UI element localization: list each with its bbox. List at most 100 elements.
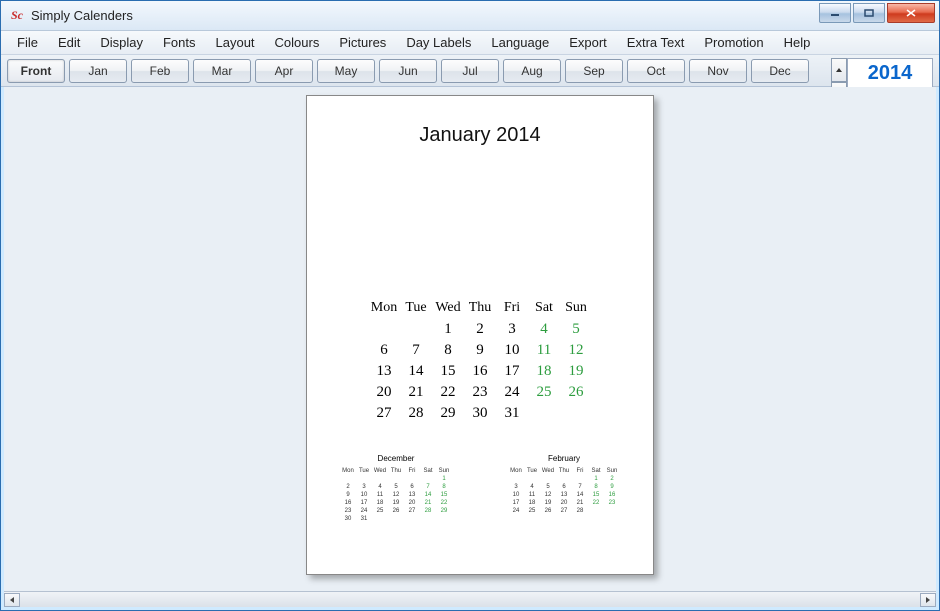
chevron-up-icon <box>835 67 843 73</box>
menu-promotion[interactable]: Promotion <box>694 33 773 52</box>
day-cell <box>524 475 540 483</box>
day-cell: 13 <box>556 491 572 499</box>
menu-fonts[interactable]: Fonts <box>153 33 206 52</box>
day-cell: 28 <box>572 507 588 515</box>
maximize-button[interactable] <box>853 3 885 23</box>
day-cell <box>404 515 420 523</box>
day-cell <box>404 475 420 483</box>
day-cell: 3 <box>356 483 372 491</box>
day-cell: 30 <box>464 403 496 424</box>
day-cell: 14 <box>420 491 436 499</box>
day-cell: 12 <box>388 491 404 499</box>
day-cell: 22 <box>436 499 452 507</box>
day-cell: 13 <box>368 361 400 382</box>
day-cell: 9 <box>604 483 620 491</box>
tab-apr[interactable]: Apr <box>255 59 313 83</box>
mini-calendar-row: December MonTueWedThuFriSatSun1234567891… <box>321 454 639 523</box>
tab-dec[interactable]: Dec <box>751 59 809 83</box>
next-month-calendar: February MonTueWedThuFriSatSun1234567891… <box>499 454 629 523</box>
day-cell: 2 <box>340 483 356 491</box>
triangle-right-icon <box>925 596 931 604</box>
menu-layout[interactable]: Layout <box>206 33 265 52</box>
menu-edit[interactable]: Edit <box>48 33 90 52</box>
maximize-icon <box>864 9 874 17</box>
day-cell <box>400 319 432 340</box>
scroll-right-button[interactable] <box>920 593 936 607</box>
menu-day-labels[interactable]: Day Labels <box>396 33 481 52</box>
tab-mar[interactable]: Mar <box>193 59 251 83</box>
day-cell: 25 <box>524 507 540 515</box>
tab-oct[interactable]: Oct <box>627 59 685 83</box>
day-cell: 7 <box>572 483 588 491</box>
prev-month-title: December <box>331 454 461 463</box>
month-tabs: FrontJanFebMarAprMayJunJulAugSepOctNovDe… <box>7 59 809 83</box>
horizontal-scrollbar[interactable] <box>4 591 936 607</box>
tab-jun[interactable]: Jun <box>379 59 437 83</box>
day-cell <box>540 475 556 483</box>
scroll-left-button[interactable] <box>4 593 20 607</box>
day-cell <box>388 475 404 483</box>
day-cell <box>560 403 592 424</box>
year-up-button[interactable] <box>831 58 847 82</box>
day-cell: 30 <box>340 515 356 523</box>
calendar-page: January 2014 MonTueWedThuFriSatSun123456… <box>306 95 654 575</box>
day-cell: 8 <box>588 483 604 491</box>
menu-display[interactable]: Display <box>90 33 153 52</box>
day-cell: 3 <box>496 319 528 340</box>
day-header: Fri <box>404 466 420 475</box>
day-cell: 23 <box>604 499 620 507</box>
tab-nov[interactable]: Nov <box>689 59 747 83</box>
day-cell: 1 <box>588 475 604 483</box>
day-cell: 27 <box>556 507 572 515</box>
day-cell <box>372 515 388 523</box>
tab-may[interactable]: May <box>317 59 375 83</box>
minimize-icon <box>830 9 840 17</box>
day-cell: 26 <box>560 382 592 403</box>
day-cell: 27 <box>368 403 400 424</box>
day-cell: 18 <box>524 499 540 507</box>
day-header: Sun <box>560 297 592 319</box>
menu-file[interactable]: File <box>7 33 48 52</box>
day-cell: 9 <box>340 491 356 499</box>
tab-jan[interactable]: Jan <box>69 59 127 83</box>
menubar: FileEditDisplayFontsLayoutColoursPicture… <box>1 31 939 55</box>
day-header: Wed <box>432 297 464 319</box>
tab-jul[interactable]: Jul <box>441 59 499 83</box>
day-cell: 4 <box>524 483 540 491</box>
menu-language[interactable]: Language <box>481 33 559 52</box>
day-cell: 2 <box>464 319 496 340</box>
tab-aug[interactable]: Aug <box>503 59 561 83</box>
app-window: Sc Simply Calenders FileEditDisplayFonts… <box>0 0 940 611</box>
day-cell: 25 <box>372 507 388 515</box>
day-cell: 12 <box>560 340 592 361</box>
day-cell: 15 <box>588 491 604 499</box>
day-cell: 21 <box>572 499 588 507</box>
tab-sep[interactable]: Sep <box>565 59 623 83</box>
day-cell <box>572 475 588 483</box>
day-cell: 1 <box>436 475 452 483</box>
menu-pictures[interactable]: Pictures <box>329 33 396 52</box>
day-cell: 22 <box>432 382 464 403</box>
year-value[interactable]: 2014 <box>848 59 932 87</box>
close-button[interactable] <box>887 3 935 23</box>
menu-colours[interactable]: Colours <box>265 33 330 52</box>
day-cell: 5 <box>388 483 404 491</box>
day-cell <box>420 475 436 483</box>
day-cell <box>420 515 436 523</box>
menu-extra-text[interactable]: Extra Text <box>617 33 695 52</box>
day-cell <box>340 475 356 483</box>
tab-feb[interactable]: Feb <box>131 59 189 83</box>
day-header: Thu <box>464 297 496 319</box>
day-header: Tue <box>356 466 372 475</box>
minimize-button[interactable] <box>819 3 851 23</box>
day-cell: 11 <box>528 340 560 361</box>
day-cell: 17 <box>508 499 524 507</box>
day-cell: 29 <box>432 403 464 424</box>
day-cell: 8 <box>436 483 452 491</box>
day-cell: 25 <box>528 382 560 403</box>
menu-export[interactable]: Export <box>559 33 617 52</box>
menu-help[interactable]: Help <box>774 33 821 52</box>
day-cell: 26 <box>540 507 556 515</box>
tab-front[interactable]: Front <box>7 59 65 83</box>
canvas-area: January 2014 MonTueWedThuFriSatSun123456… <box>1 87 939 610</box>
